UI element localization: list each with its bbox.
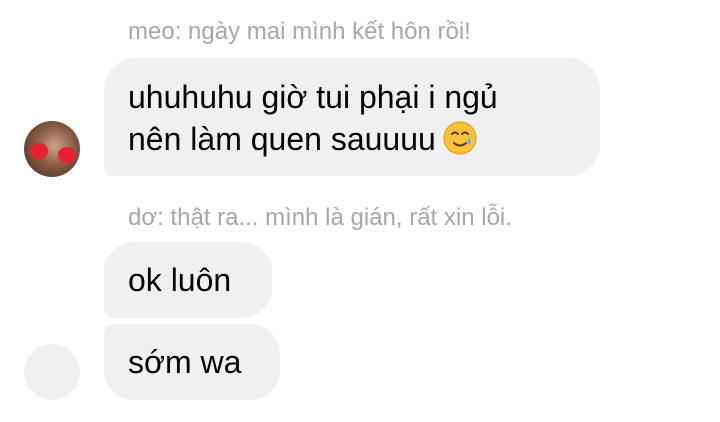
reply-preview[interactable]: meo: ngày mai mình kết hôn rồi! [128, 18, 471, 46]
avatar-cheek [30, 143, 48, 159]
message-text: sớm wa [128, 344, 242, 380]
message-bubble[interactable]: uhuhuhu giờ tui phại i ngủ nên làm quen … [104, 58, 600, 176]
reply-preview[interactable]: dơ: thật ra... mình là gián, rất xin lỗi… [128, 204, 512, 232]
avatar[interactable] [24, 121, 80, 177]
message-bubble[interactable]: ok luôn [104, 242, 272, 318]
message-text-line: nên làm quen sauuuu [128, 118, 576, 160]
smiling-face-with-tear-icon [443, 121, 477, 155]
message-text: ok luôn [128, 262, 232, 298]
message-bubble[interactable]: sớm wa [104, 324, 280, 400]
avatar-cheek [58, 147, 76, 163]
message-text-line: uhuhuhu giờ tui phại i ngủ [128, 79, 498, 115]
avatar-placeholder [24, 344, 80, 400]
